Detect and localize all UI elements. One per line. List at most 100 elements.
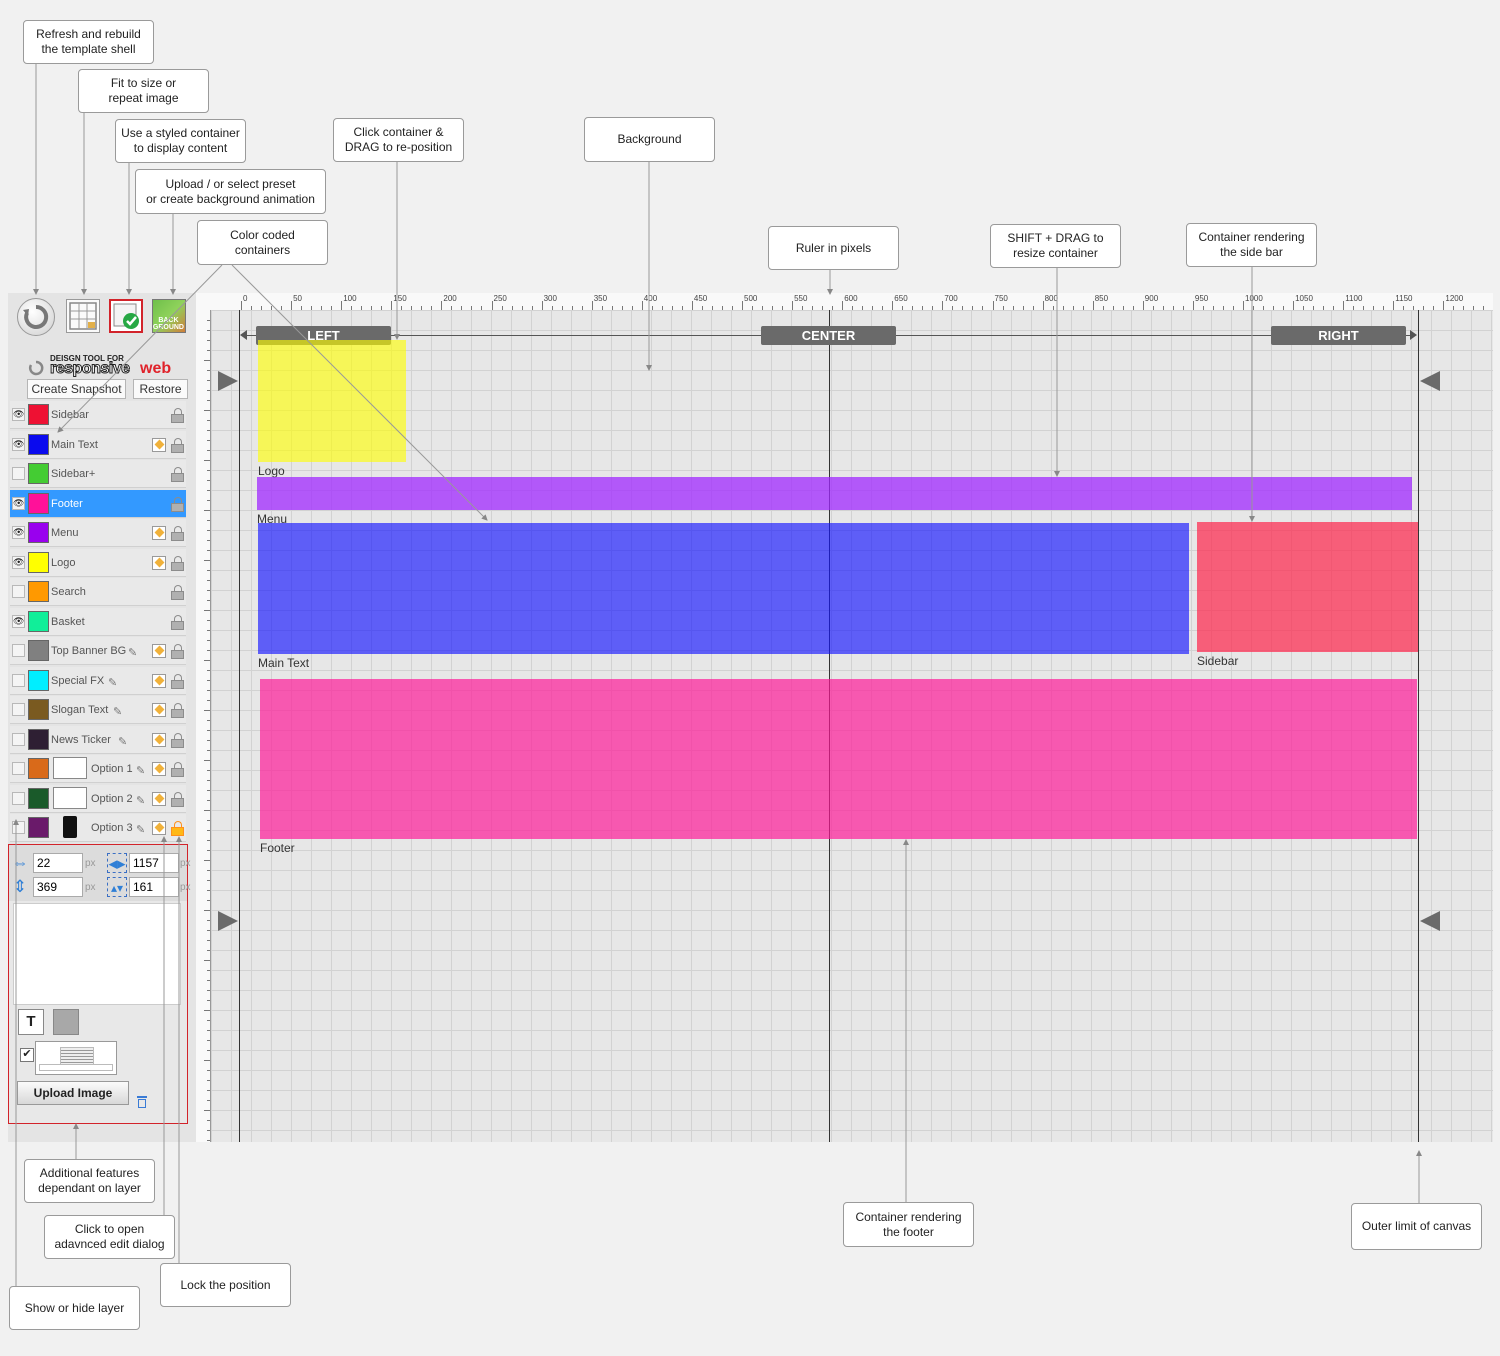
- advanced-edit-icon[interactable]: [152, 821, 166, 835]
- layer-row[interactable]: Option 1 ✎: [10, 755, 186, 783]
- layer-row[interactable]: Sidebar+: [10, 460, 186, 488]
- right-handle-bottom-icon[interactable]: [1420, 911, 1440, 931]
- trash-icon[interactable]: [137, 1096, 147, 1108]
- layer-row[interactable]: 👁 Basket: [10, 608, 186, 636]
- lock-icon[interactable]: [171, 703, 185, 718]
- layer-row[interactable]: Option 3 ✎: [10, 814, 186, 842]
- layer-color-swatch[interactable]: [28, 640, 49, 661]
- lock-icon[interactable]: [171, 467, 185, 482]
- sidebar-container[interactable]: [1197, 522, 1418, 652]
- eye-icon[interactable]: 👁: [12, 408, 25, 421]
- eye-icon[interactable]: 👁: [12, 526, 25, 539]
- lock-icon[interactable]: [171, 438, 185, 453]
- advanced-edit-icon[interactable]: [152, 792, 166, 806]
- right-handle-top-icon[interactable]: [1420, 371, 1440, 391]
- layer-row[interactable]: 👁 Footer: [10, 490, 186, 518]
- rename-pencil-icon[interactable]: ✎: [128, 646, 137, 659]
- eye-icon[interactable]: 👁: [12, 556, 25, 569]
- rename-pencil-icon[interactable]: ✎: [136, 823, 145, 836]
- image-enable-checkbox[interactable]: ✔: [20, 1048, 34, 1062]
- lock-icon[interactable]: [171, 615, 185, 630]
- restore-button[interactable]: Restore: [133, 379, 188, 399]
- height-input[interactable]: [129, 877, 179, 897]
- advanced-edit-icon[interactable]: [152, 762, 166, 776]
- lock-icon[interactable]: [171, 408, 185, 423]
- x-position-input[interactable]: [33, 853, 83, 873]
- advanced-edit-icon[interactable]: [152, 674, 166, 688]
- layer-row[interactable]: Special FX ✎: [10, 667, 186, 695]
- layer-color-swatch[interactable]: [28, 670, 49, 691]
- lock-icon[interactable]: [171, 733, 185, 748]
- right-boundary-line[interactable]: [1418, 310, 1419, 1142]
- layer-color-swatch[interactable]: [28, 463, 49, 484]
- lock-icon[interactable]: [171, 762, 185, 777]
- styled-container-button[interactable]: [109, 299, 143, 333]
- content-text-area[interactable]: [13, 903, 181, 1005]
- visibility-toggle[interactable]: [12, 467, 25, 480]
- advanced-edit-icon[interactable]: [152, 526, 166, 540]
- visibility-toggle[interactable]: [12, 733, 25, 746]
- lock-icon[interactable]: [171, 556, 185, 571]
- visibility-toggle[interactable]: [12, 792, 25, 805]
- rename-pencil-icon[interactable]: ✎: [118, 735, 127, 748]
- eye-icon[interactable]: 👁: [12, 497, 25, 510]
- eye-icon[interactable]: 👁: [12, 438, 25, 451]
- layer-color-swatch[interactable]: [28, 817, 49, 838]
- tablet-device-icon[interactable]: [53, 787, 87, 809]
- upload-image-button[interactable]: Upload Image: [17, 1081, 129, 1105]
- lock-icon[interactable]: [171, 674, 185, 689]
- layer-row[interactable]: Search: [10, 578, 186, 606]
- eye-icon[interactable]: 👁: [12, 615, 25, 628]
- visibility-toggle[interactable]: [12, 821, 25, 834]
- fit-size-button[interactable]: [66, 299, 100, 333]
- main-text-container[interactable]: [258, 523, 1189, 654]
- visibility-toggle[interactable]: [12, 703, 25, 716]
- fill-color-swatch[interactable]: [53, 1009, 79, 1035]
- lock-icon[interactable]: [171, 497, 185, 512]
- footer-container[interactable]: [260, 679, 1417, 839]
- left-handle-bottom-icon[interactable]: [218, 911, 238, 931]
- layer-color-swatch[interactable]: [28, 493, 49, 514]
- visibility-toggle[interactable]: [12, 585, 25, 598]
- visibility-toggle[interactable]: [12, 644, 25, 657]
- create-snapshot-button[interactable]: Create Snapshot: [27, 379, 126, 399]
- lock-icon[interactable]: [171, 792, 185, 807]
- layer-color-swatch[interactable]: [28, 699, 49, 720]
- layer-color-swatch[interactable]: [28, 522, 49, 543]
- rename-pencil-icon[interactable]: ✎: [136, 794, 145, 807]
- y-position-input[interactable]: [33, 877, 83, 897]
- desktop-device-icon[interactable]: [53, 757, 87, 779]
- layer-color-swatch[interactable]: [28, 404, 49, 425]
- layer-row[interactable]: 👁 Sidebar: [10, 401, 186, 429]
- layer-color-swatch[interactable]: [28, 611, 49, 632]
- advanced-edit-icon[interactable]: [152, 733, 166, 747]
- advanced-edit-icon[interactable]: [152, 438, 166, 452]
- layer-row[interactable]: Slogan Text ✎: [10, 696, 186, 724]
- layer-row[interactable]: 👁 Logo: [10, 549, 186, 577]
- left-handle-top-icon[interactable]: [218, 371, 238, 391]
- layer-row[interactable]: Option 2 ✎: [10, 785, 186, 813]
- advanced-edit-icon[interactable]: [152, 644, 166, 658]
- advanced-edit-icon[interactable]: [152, 556, 166, 570]
- layer-row[interactable]: 👁 Menu: [10, 519, 186, 547]
- layer-color-swatch[interactable]: [28, 581, 49, 602]
- text-style-icon[interactable]: T: [18, 1009, 44, 1035]
- phone-device-icon[interactable]: [63, 816, 77, 838]
- lock-icon[interactable]: [171, 821, 185, 836]
- rename-pencil-icon[interactable]: ✎: [136, 764, 145, 777]
- rename-pencil-icon[interactable]: ✎: [108, 676, 117, 689]
- refresh-button[interactable]: [17, 298, 55, 336]
- advanced-edit-icon[interactable]: [152, 703, 166, 717]
- lock-icon[interactable]: [171, 644, 185, 659]
- layer-row[interactable]: News Ticker ✎: [10, 726, 186, 754]
- layer-row[interactable]: 👁 Main Text: [10, 431, 186, 459]
- logo-container[interactable]: [258, 340, 406, 462]
- lock-icon[interactable]: [171, 585, 185, 600]
- layer-color-swatch[interactable]: [28, 788, 49, 809]
- layer-color-swatch[interactable]: [28, 758, 49, 779]
- left-boundary-line[interactable]: [239, 310, 240, 1142]
- rename-pencil-icon[interactable]: ✎: [113, 705, 122, 718]
- background-button[interactable]: BACK GROUND: [152, 299, 186, 333]
- layer-color-swatch[interactable]: [28, 729, 49, 750]
- layer-color-swatch[interactable]: [28, 552, 49, 573]
